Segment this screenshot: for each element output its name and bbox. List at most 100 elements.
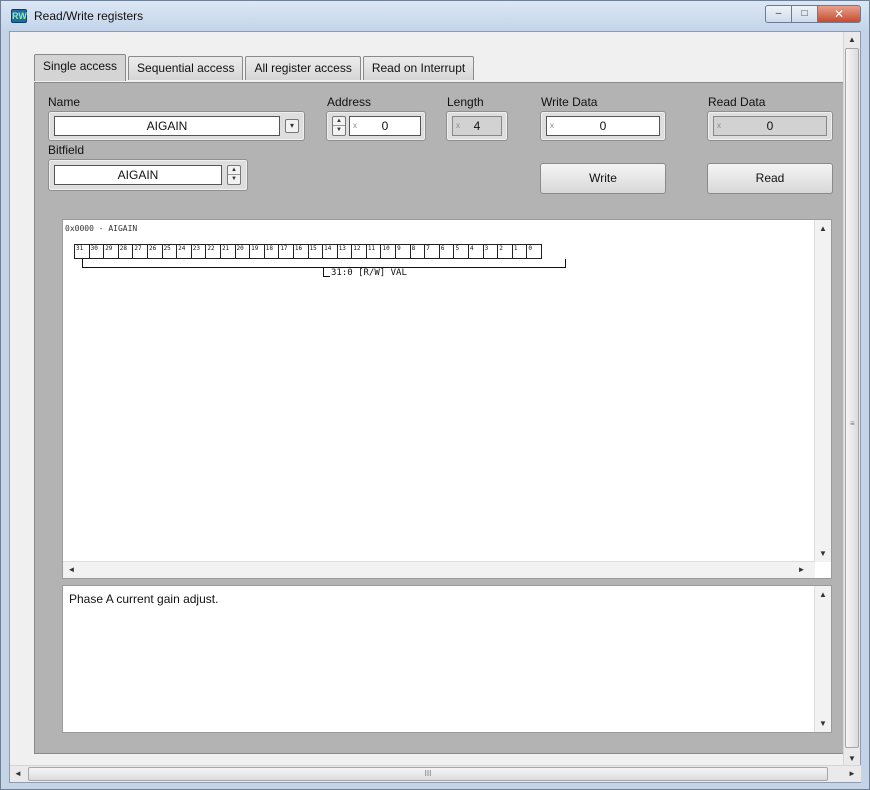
window-vertical-scrollbar[interactable]: ▲ ≡ ▼	[843, 32, 860, 767]
grip-icon: ≡	[850, 419, 855, 428]
bit-cell: 14	[322, 244, 338, 259]
maximize-button[interactable]: □	[791, 5, 817, 23]
scroll-down-icon[interactable]: ▼	[815, 715, 831, 732]
horizontal-scroll-thumb[interactable]: III	[28, 767, 828, 781]
bit-cell: 7	[424, 244, 440, 259]
bit-cell: 19	[249, 244, 265, 259]
description-vertical-scrollbar[interactable]: ▲ ▼	[814, 586, 831, 732]
tab-single-access[interactable]: Single access	[34, 54, 127, 81]
bit-cell: 10	[380, 244, 397, 259]
write-data-field: x 0	[540, 111, 666, 141]
bit-cell: 15	[307, 244, 324, 259]
scroll-up-icon[interactable]: ▲	[844, 32, 860, 48]
bit-cell: 11	[365, 244, 382, 259]
bit-cell: 9	[395, 244, 411, 259]
write-data-value: 0	[599, 119, 607, 133]
name-label: Name	[48, 95, 81, 109]
tab-all-register-access[interactable]: All register access	[245, 56, 361, 80]
read-data-value: 0	[766, 119, 774, 133]
bitfield-spinner[interactable]: ▲ ▼	[227, 165, 241, 185]
scroll-down-icon[interactable]: ▼	[815, 545, 831, 562]
write-button[interactable]: Write	[540, 163, 666, 194]
bit-cell: 26	[146, 244, 163, 259]
bit-cell: 16	[292, 244, 309, 259]
bit-cell: 29	[103, 244, 119, 259]
address-label: Address	[327, 95, 372, 109]
bit-cell: 13	[336, 244, 353, 259]
bit-cell: 21	[219, 244, 236, 259]
tab-strip: Single access Sequential access All regi…	[34, 54, 476, 81]
tab-read-on-interrupt[interactable]: Read on Interrupt	[362, 56, 475, 80]
bit-cell: 22	[205, 244, 221, 259]
bitfield-description: 31:0 [R/W] VAL	[331, 268, 407, 278]
bit-cell: 27	[132, 244, 148, 259]
bit-cell: 25	[161, 244, 178, 259]
address-value: 0	[381, 119, 389, 133]
address-field: ▲ ▼ x 0	[326, 111, 426, 141]
scroll-left-icon[interactable]: ◄	[63, 562, 80, 578]
bit-cell: 0	[526, 244, 542, 259]
spin-up-icon[interactable]: ▲	[228, 166, 240, 175]
read-data-label: Read Data	[708, 95, 766, 109]
hex-radix-icon: x	[353, 121, 357, 130]
window-title: Read/Write registers	[34, 9, 144, 23]
bit-cells: 31 30 29 28 27 26 25 24 23 22 21 20 19 18 17 16 15 14 13 12…	[74, 244, 542, 259]
register-diagram-title: 0x0000 - AIGAIN	[65, 224, 138, 233]
window: RW Read/Write registers – □ ✕ Single acc…	[0, 0, 870, 790]
bitfield-input[interactable]: AIGAIN	[54, 165, 222, 185]
register-description: Phase A current gain adjust.	[69, 592, 219, 606]
bit-cell: 6	[438, 244, 455, 259]
bit-cell: 24	[176, 244, 192, 259]
write-data-input[interactable]: x 0	[546, 116, 660, 136]
bit-cell: 3	[482, 244, 499, 259]
spin-up-icon[interactable]: ▲	[333, 117, 345, 126]
spin-down-icon[interactable]: ▼	[228, 175, 240, 184]
bit-cell: 20	[234, 244, 251, 259]
bitfield-label: Bitfield	[48, 143, 85, 157]
window-horizontal-scrollbar[interactable]: ◄ III ►	[10, 765, 861, 782]
hex-radix-icon: x	[456, 121, 460, 130]
close-button[interactable]: ✕	[817, 5, 861, 23]
scroll-right-icon[interactable]: ►	[844, 766, 860, 782]
bit-cell: 8	[409, 244, 426, 259]
bit-cell: 23	[190, 244, 207, 259]
diagram-vertical-scrollbar[interactable]: ▲ ▼	[814, 220, 831, 562]
read-data-display: x 0	[713, 116, 827, 136]
bit-cell: 31	[74, 244, 90, 259]
vertical-scroll-thumb[interactable]: ≡	[845, 48, 859, 748]
bitfield-hook	[323, 268, 330, 277]
name-input[interactable]: AIGAIN	[54, 116, 280, 136]
hex-radix-icon: x	[717, 121, 721, 130]
scroll-left-icon[interactable]: ◄	[10, 766, 26, 782]
title-bar[interactable]: RW Read/Write registers – □ ✕	[1, 1, 869, 31]
register-diagram: 0x0000 - AIGAIN 31 30 29 28 27 26 25 24 23 22 21 20…	[62, 219, 832, 579]
minimize-button[interactable]: –	[765, 5, 791, 23]
hex-radix-icon: x	[550, 121, 554, 130]
tab-sequential-access[interactable]: Sequential access	[128, 56, 244, 80]
length-field: x 4	[446, 111, 508, 141]
length-label: Length	[447, 95, 484, 109]
scroll-right-icon[interactable]: ►	[793, 562, 810, 578]
bit-cell: 5	[453, 244, 470, 259]
spin-down-icon[interactable]: ▼	[333, 126, 345, 135]
description-box: Phase A current gain adjust. ▲ ▼	[62, 585, 832, 733]
bitfield-field: AIGAIN ▲ ▼	[48, 159, 248, 191]
bit-cell: 18	[263, 244, 280, 259]
bit-cell: 28	[117, 244, 134, 259]
address-input[interactable]: x 0	[349, 116, 421, 136]
length-display: x 4	[452, 116, 502, 136]
bit-cell: 1	[511, 244, 528, 259]
bit-cell: 17	[278, 244, 294, 259]
scroll-up-icon[interactable]: ▲	[815, 220, 831, 237]
chevron-down-icon: ▾	[289, 121, 294, 130]
bit-cell: 30	[88, 244, 105, 259]
bit-cell: 4	[468, 244, 484, 259]
address-spinner[interactable]: ▲ ▼	[332, 116, 346, 136]
window-controls: – □ ✕	[765, 5, 861, 23]
single-access-panel: Name AIGAIN ▾ Address ▲ ▼ x 0 Length x 4…	[34, 82, 846, 754]
scroll-up-icon[interactable]: ▲	[815, 586, 831, 603]
read-button[interactable]: Read	[707, 163, 833, 194]
diagram-horizontal-scrollbar[interactable]: ◄ ►	[63, 561, 815, 578]
name-dropdown-button[interactable]: ▾	[285, 119, 299, 133]
app-icon: RW	[11, 9, 27, 23]
